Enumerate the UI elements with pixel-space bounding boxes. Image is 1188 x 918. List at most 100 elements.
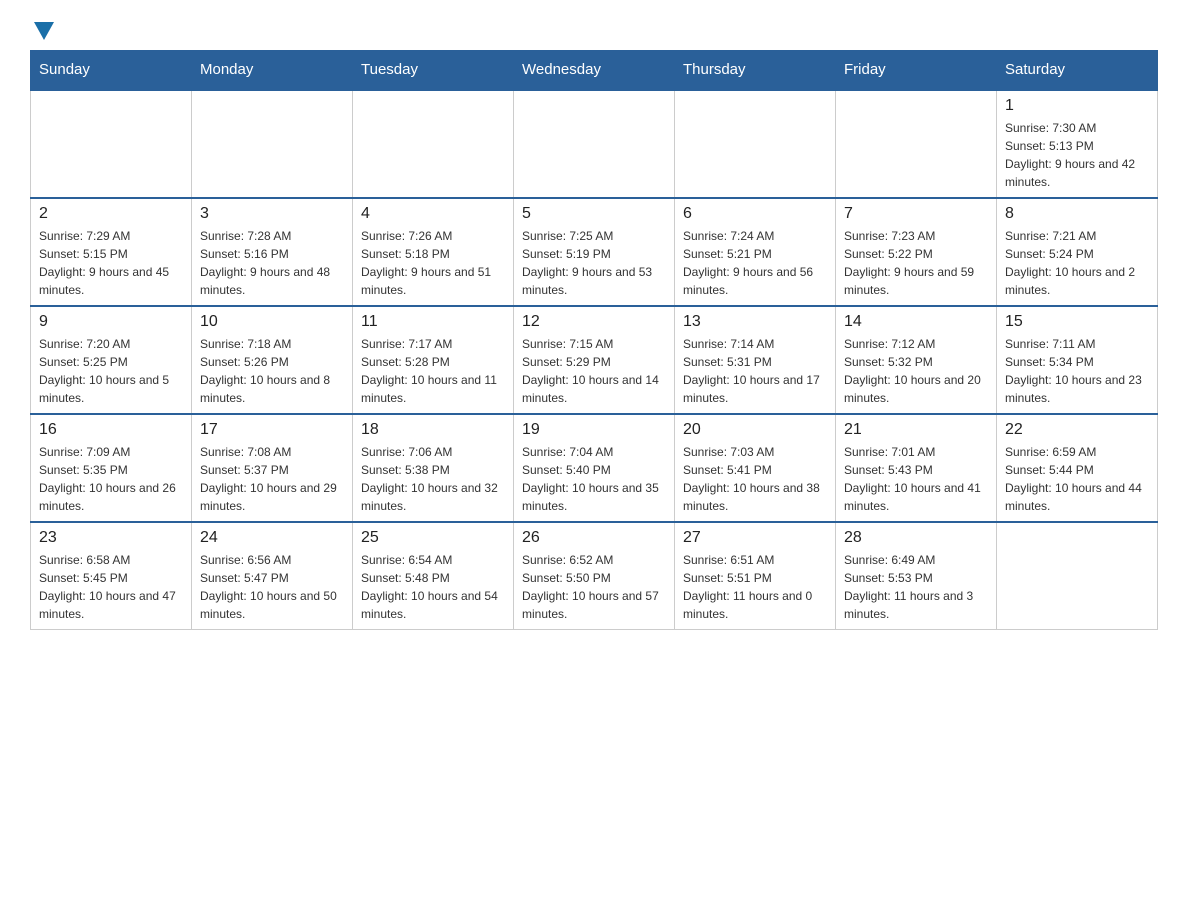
calendar-cell: 17Sunrise: 7:08 AMSunset: 5:37 PMDayligh…	[192, 414, 353, 522]
calendar-cell: 23 Sunrise: 6:58 AMSunset: 5:45 PMDayligh…	[31, 522, 192, 630]
day-number: 9	[39, 313, 183, 331]
day-info: Sunrise: 7:09 AMSunset: 5:35 PMDaylight:…	[39, 443, 183, 515]
day-number: 16	[39, 421, 183, 439]
day-info: Sunrise: 7:21 AMSunset: 5:24 PMDaylight:…	[1005, 227, 1149, 299]
calendar-cell: 4Sunrise: 7:26 AMSunset: 5:18 PMDaylight…	[353, 198, 514, 306]
day-info: Sunrise: 7:24 AMSunset: 5:21 PMDaylight:…	[683, 227, 827, 299]
calendar-cell: 26 Sunrise: 6:52 AMSunset: 5:50 PMDayligh…	[514, 522, 675, 630]
day-info: Sunrise: 6:49 AMSunset: 5:53 PMDaylight:…	[844, 551, 988, 623]
day-number: 18	[361, 421, 505, 439]
calendar-cell: 18 Sunrise: 7:06 AMSunset: 5:38 PMDayligh…	[353, 414, 514, 522]
day-number: 6	[683, 205, 827, 223]
calendar-cell	[836, 90, 997, 199]
day-info: Sunrise: 7:17 AMSunset: 5:28 PMDaylight:…	[361, 335, 505, 407]
calendar-cell	[997, 522, 1158, 630]
weekday-header-row: SundayMondayTuesdayWednesdayThursdayFrid…	[31, 51, 1158, 90]
day-number: 15	[1005, 313, 1149, 331]
weekday-header-tuesday: Tuesday	[353, 51, 514, 90]
weekday-header-sunday: Sunday	[31, 51, 192, 90]
calendar-cell: 22 Sunrise: 6:59 AMSunset: 5:44 PMDayligh…	[997, 414, 1158, 522]
day-info: Sunrise: 7:20 AMSunset: 5:25 PMDaylight:…	[39, 335, 183, 407]
calendar-cell: 16 Sunrise: 7:09 AMSunset: 5:35 PMDayligh…	[31, 414, 192, 522]
logo-triangle-icon	[34, 22, 54, 40]
day-number: 5	[522, 205, 666, 223]
day-info: Sunrise: 7:30 AMSunset: 5:13 PMDaylight:…	[1005, 119, 1149, 191]
calendar-cell	[192, 90, 353, 199]
calendar-week-row: 23 Sunrise: 6:58 AMSunset: 5:45 PMDayligh…	[31, 522, 1158, 630]
day-number: 7	[844, 205, 988, 223]
calendar-cell: 14 Sunrise: 7:12 AMSunset: 5:32 PMDayligh…	[836, 306, 997, 414]
calendar-cell: 8 Sunrise: 7:21 AMSunset: 5:24 PMDaylight…	[997, 198, 1158, 306]
calendar-cell: 10 Sunrise: 7:18 AMSunset: 5:26 PMDayligh…	[192, 306, 353, 414]
day-info: Sunrise: 7:23 AMSunset: 5:22 PMDaylight:…	[844, 227, 988, 299]
day-info: Sunrise: 7:15 AMSunset: 5:29 PMDaylight:…	[522, 335, 666, 407]
calendar-cell: 25 Sunrise: 6:54 AMSunset: 5:48 PMDayligh…	[353, 522, 514, 630]
calendar-week-row: 16 Sunrise: 7:09 AMSunset: 5:35 PMDayligh…	[31, 414, 1158, 522]
calendar-cell	[353, 90, 514, 199]
day-info: Sunrise: 7:29 AMSunset: 5:15 PMDaylight:…	[39, 227, 183, 299]
weekday-header-wednesday: Wednesday	[514, 51, 675, 90]
day-info: Sunrise: 6:56 AMSunset: 5:47 PMDaylight:…	[200, 551, 344, 623]
calendar-cell: 5 Sunrise: 7:25 AMSunset: 5:19 PMDaylight…	[514, 198, 675, 306]
day-number: 24	[200, 529, 344, 547]
day-info: Sunrise: 6:51 AMSunset: 5:51 PMDaylight:…	[683, 551, 827, 623]
day-info: Sunrise: 6:54 AMSunset: 5:48 PMDaylight:…	[361, 551, 505, 623]
day-info: Sunrise: 7:06 AMSunset: 5:38 PMDaylight:…	[361, 443, 505, 515]
logo	[30, 20, 56, 40]
calendar-week-row: 2 Sunrise: 7:29 AMSunset: 5:15 PMDaylight…	[31, 198, 1158, 306]
day-number: 4	[361, 205, 505, 223]
calendar-cell: 7 Sunrise: 7:23 AMSunset: 5:22 PMDaylight…	[836, 198, 997, 306]
day-info: Sunrise: 7:14 AMSunset: 5:31 PMDaylight:…	[683, 335, 827, 407]
day-number: 20	[683, 421, 827, 439]
calendar-cell: 19 Sunrise: 7:04 AMSunset: 5:40 PMDayligh…	[514, 414, 675, 522]
day-number: 11	[361, 313, 505, 331]
calendar-cell: 11 Sunrise: 7:17 AMSunset: 5:28 PMDayligh…	[353, 306, 514, 414]
calendar-cell: 27Sunrise: 6:51 AMSunset: 5:51 PMDayligh…	[675, 522, 836, 630]
day-info: Sunrise: 6:52 AMSunset: 5:50 PMDaylight:…	[522, 551, 666, 623]
day-number: 8	[1005, 205, 1149, 223]
logo-blue-part	[30, 20, 56, 40]
calendar-cell: 15Sunrise: 7:11 AMSunset: 5:34 PMDayligh…	[997, 306, 1158, 414]
day-info: Sunrise: 7:03 AMSunset: 5:41 PMDaylight:…	[683, 443, 827, 515]
day-info: Sunrise: 7:04 AMSunset: 5:40 PMDaylight:…	[522, 443, 666, 515]
calendar-cell: 2 Sunrise: 7:29 AMSunset: 5:15 PMDaylight…	[31, 198, 192, 306]
calendar-cell: 13 Sunrise: 7:14 AMSunset: 5:31 PMDayligh…	[675, 306, 836, 414]
day-number: 21	[844, 421, 988, 439]
weekday-header-thursday: Thursday	[675, 51, 836, 90]
day-number: 2	[39, 205, 183, 223]
day-info: Sunrise: 7:18 AMSunset: 5:26 PMDaylight:…	[200, 335, 344, 407]
weekday-header-saturday: Saturday	[997, 51, 1158, 90]
calendar-cell: 3 Sunrise: 7:28 AMSunset: 5:16 PMDaylight…	[192, 198, 353, 306]
day-info: Sunrise: 7:28 AMSunset: 5:16 PMDaylight:…	[200, 227, 344, 299]
day-info: Sunrise: 6:59 AMSunset: 5:44 PMDaylight:…	[1005, 443, 1149, 515]
day-number: 25	[361, 529, 505, 547]
calendar-cell: 9 Sunrise: 7:20 AMSunset: 5:25 PMDaylight…	[31, 306, 192, 414]
day-number: 12	[522, 313, 666, 331]
day-number: 1	[1005, 97, 1149, 115]
day-number: 19	[522, 421, 666, 439]
day-number: 23	[39, 529, 183, 547]
day-number: 22	[1005, 421, 1149, 439]
calendar-cell: 21 Sunrise: 7:01 AMSunset: 5:43 PMDayligh…	[836, 414, 997, 522]
day-info: Sunrise: 6:58 AMSunset: 5:45 PMDaylight:…	[39, 551, 183, 623]
day-number: 28	[844, 529, 988, 547]
day-number: 3	[200, 205, 344, 223]
page-header	[30, 20, 1158, 40]
calendar-cell: 28 Sunrise: 6:49 AMSunset: 5:53 PMDayligh…	[836, 522, 997, 630]
calendar-cell: 12 Sunrise: 7:15 AMSunset: 5:29 PMDayligh…	[514, 306, 675, 414]
calendar-week-row: 9 Sunrise: 7:20 AMSunset: 5:25 PMDaylight…	[31, 306, 1158, 414]
calendar-table: SundayMondayTuesdayWednesdayThursdayFrid…	[30, 50, 1158, 630]
calendar-cell	[675, 90, 836, 199]
weekday-header-friday: Friday	[836, 51, 997, 90]
day-number: 14	[844, 313, 988, 331]
day-info: Sunrise: 7:25 AMSunset: 5:19 PMDaylight:…	[522, 227, 666, 299]
day-number: 13	[683, 313, 827, 331]
day-info: Sunrise: 7:12 AMSunset: 5:32 PMDaylight:…	[844, 335, 988, 407]
calendar-cell: 20 Sunrise: 7:03 AMSunset: 5:41 PMDayligh…	[675, 414, 836, 522]
day-number: 26	[522, 529, 666, 547]
weekday-header-monday: Monday	[192, 51, 353, 90]
day-info: Sunrise: 7:01 AMSunset: 5:43 PMDaylight:…	[844, 443, 988, 515]
day-number: 10	[200, 313, 344, 331]
calendar-cell: 24 Sunrise: 6:56 AMSunset: 5:47 PMDayligh…	[192, 522, 353, 630]
day-info: Sunrise: 7:08 AMSunset: 5:37 PMDaylight:…	[200, 443, 344, 515]
